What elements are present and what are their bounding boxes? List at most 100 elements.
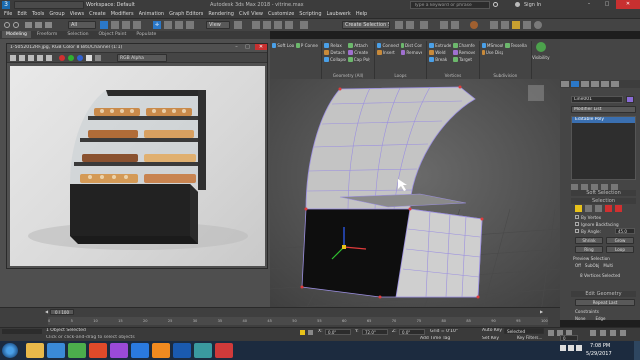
preview-off-radio[interactable]: Off [575, 263, 581, 268]
ribbon-button[interactable]: Extrude [429, 42, 451, 49]
loop-button[interactable]: Loop [606, 246, 634, 253]
schematic-view-icon[interactable] [451, 21, 459, 29]
modifier-list-dropdown[interactable]: Modifier List [571, 106, 636, 113]
ribbon-tab[interactable]: Modeling [2, 31, 31, 38]
y-coord-field[interactable]: 72.0" [362, 329, 388, 335]
ribbon-button[interactable]: Detach [324, 49, 346, 56]
key-filters-button[interactable]: Key Filters... [517, 335, 542, 340]
ribbon-button[interactable]: Tessellate [505, 42, 527, 49]
search-field[interactable]: Type a keyword or phrase [410, 1, 490, 9]
menu-item[interactable]: Graph Editors [169, 11, 203, 17]
menu-item[interactable]: Edit [17, 11, 27, 17]
print-image-icon[interactable] [37, 55, 43, 61]
link-icon[interactable] [25, 22, 32, 28]
material-editor-icon[interactable] [470, 21, 478, 29]
red-channel-icon[interactable] [59, 55, 65, 61]
selection-rollout[interactable]: Selection [571, 198, 636, 204]
menu-item[interactable]: Customize [268, 11, 294, 17]
ribbon-tab[interactable]: Populate [132, 31, 160, 38]
menu-item[interactable]: Create [89, 11, 106, 17]
taskbar-photoshop-icon[interactable] [152, 343, 170, 358]
modifier-stack-item[interactable]: Editable Poly [572, 117, 635, 123]
set-key-mode-dropdown[interactable]: Selected [504, 328, 544, 334]
clock-time[interactable]: 7:08 PM [590, 343, 610, 349]
alpha-channel-icon[interactable] [86, 55, 92, 61]
minimize-button[interactable]: – [580, 0, 598, 9]
edge-mode-icon[interactable] [585, 205, 592, 212]
rendered-frame-window-icon[interactable] [501, 21, 509, 29]
menu-item[interactable]: Views [70, 11, 84, 17]
taskbar-chrome-icon[interactable] [68, 343, 86, 358]
shrink-button[interactable]: Shrink [575, 237, 603, 244]
select-object-icon[interactable] [100, 21, 108, 29]
ribbon-button[interactable]: Dist Connect [400, 42, 422, 49]
menu-item[interactable]: Civil View [239, 11, 263, 17]
preview-subobj-radio[interactable]: SubObj [585, 263, 599, 268]
ribbon-button[interactable]: Weld [429, 49, 451, 56]
preview-multi-radio[interactable]: Multi [603, 263, 613, 268]
select-by-name-icon[interactable] [111, 21, 119, 29]
ribbon-tab[interactable]: Freeform [33, 31, 61, 38]
menu-item[interactable]: Help [356, 11, 367, 17]
object-name-field[interactable]: Line001 [571, 96, 623, 103]
display-tab-icon[interactable] [601, 81, 609, 87]
element-mode-icon[interactable] [615, 205, 622, 212]
absolute-mode-icon[interactable] [308, 330, 313, 335]
copy-image-icon[interactable] [19, 55, 25, 61]
visibility-button[interactable] [536, 42, 546, 52]
select-scale-icon[interactable] [175, 21, 183, 29]
blue-channel-icon[interactable] [77, 55, 83, 61]
pan-icon[interactable] [600, 330, 606, 336]
utilities-tab-icon[interactable] [611, 81, 619, 87]
ribbon-button[interactable]: Relax [324, 42, 346, 49]
bind-space-warp-icon[interactable] [45, 22, 52, 28]
volume-icon[interactable] [576, 345, 582, 351]
modify-tab-icon[interactable] [571, 81, 579, 87]
ribbon-button[interactable]: Collapse [324, 56, 346, 63]
ribbon-button[interactable]: Chamfer [453, 42, 475, 49]
unlink-icon[interactable] [35, 22, 42, 28]
undo-icon[interactable] [4, 22, 10, 28]
render-production-icon[interactable] [512, 21, 520, 29]
clock-date[interactable]: 5/29/2017 [586, 351, 612, 357]
menu-item[interactable]: Tools [32, 11, 44, 17]
edit-geometry-rollout[interactable]: Edit Geometry [571, 291, 636, 297]
menu-item[interactable]: Group [49, 11, 64, 17]
prev-frame-button[interactable]: ◀ [45, 309, 49, 315]
taskbar-after-effects-icon[interactable] [89, 343, 107, 358]
motion-tab-icon[interactable] [591, 81, 599, 87]
taskbar-app9-icon[interactable] [194, 343, 212, 358]
mirror-icon[interactable] [395, 21, 403, 29]
render-setup-icon[interactable] [490, 21, 498, 29]
soft-selection-rollout[interactable]: Soft Selection [571, 190, 636, 196]
ribbon-button[interactable]: Connect [376, 42, 399, 49]
ribbon-button[interactable]: Insert [376, 49, 399, 56]
user-icon[interactable] [515, 2, 520, 7]
perspective-viewport[interactable]: [+] [Perspective] [Standard] [Edged Face… [270, 79, 560, 320]
sign-in-link[interactable]: Sign In [524, 2, 541, 8]
polygon-mode-icon[interactable] [605, 205, 612, 212]
constraint-none-radio[interactable]: None [575, 316, 585, 321]
monochrome-icon[interactable] [95, 55, 101, 61]
rect-selection-icon[interactable] [122, 21, 130, 29]
modifier-stack[interactable]: Editable Poly [571, 116, 636, 180]
ribbon-button[interactable]: Break [429, 56, 451, 63]
frame-window-maximize-button[interactable]: □ [243, 44, 252, 50]
repeat-last-button[interactable]: Repeat Last [575, 299, 635, 306]
orbit-icon[interactable] [610, 330, 616, 336]
reference-coord-dropdown[interactable]: View [206, 21, 230, 29]
coord-lock-icon[interactable] [300, 330, 305, 335]
app-logo-icon[interactable]: 3 [2, 1, 10, 9]
ribbon-button[interactable]: Create [348, 49, 370, 56]
ribbon-button[interactable]: Use Displac... [481, 49, 503, 56]
vertex-mode-icon[interactable] [575, 205, 582, 212]
ribbon-button[interactable]: Remove [453, 49, 475, 56]
create-tab-icon[interactable] [561, 81, 569, 87]
maximize-button[interactable]: □ [598, 0, 616, 9]
save-image-icon[interactable] [10, 55, 16, 61]
ribbon-button[interactable]: Soft Loop [272, 42, 294, 49]
ribbon-button[interactable]: Target [453, 56, 475, 63]
select-move-icon[interactable]: ✛ [153, 21, 161, 29]
menu-item[interactable]: Modifiers [111, 11, 134, 17]
go-to-start-icon[interactable] [548, 330, 554, 336]
